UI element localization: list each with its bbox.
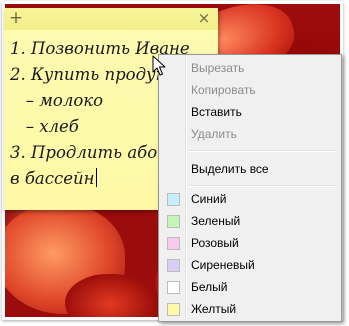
wallpaper-petal bbox=[65, 274, 155, 317]
menu-item-select-all[interactable]: Выделить все bbox=[161, 158, 339, 180]
mouse-pointer-icon bbox=[152, 55, 166, 76]
menu-item-delete[interactable]: Удалить bbox=[161, 123, 339, 145]
menu-item-label: Белый bbox=[191, 280, 228, 294]
color-swatch bbox=[167, 193, 180, 206]
note-line-last: в бассейн bbox=[10, 166, 97, 192]
close-icon[interactable]: × bbox=[195, 9, 213, 27]
menu-separator bbox=[189, 185, 337, 187]
note-line: – молоко bbox=[10, 91, 104, 110]
menu-separator bbox=[189, 150, 337, 152]
note-line: – хлеб bbox=[10, 117, 79, 136]
sticky-note-title-bar[interactable]: + × bbox=[4, 8, 218, 30]
menu-item-color-yellow[interactable]: Желтый bbox=[161, 298, 339, 320]
context-menu[interactable]: Вырезать Копировать Вставить Удалить Выд… bbox=[158, 54, 342, 322]
menu-item-label: Синий bbox=[191, 192, 227, 206]
menu-item-label: Желтый bbox=[191, 302, 237, 316]
color-swatch bbox=[167, 303, 180, 316]
menu-item-color-pink[interactable]: Розовый bbox=[161, 232, 339, 254]
plus-icon[interactable]: + bbox=[7, 9, 25, 27]
menu-item-label: Розовый bbox=[191, 236, 239, 250]
menu-item-label: Сиреневый bbox=[191, 258, 255, 272]
menu-item-copy[interactable]: Копировать bbox=[161, 79, 339, 101]
menu-item-paste[interactable]: Вставить bbox=[161, 101, 339, 123]
menu-item-label: Зеленый bbox=[191, 214, 241, 228]
menu-item-color-blue[interactable]: Синий bbox=[161, 188, 339, 210]
text-caret bbox=[95, 168, 97, 187]
menu-item-color-lilac[interactable]: Сиреневый bbox=[161, 254, 339, 276]
menu-item-color-white[interactable]: Белый bbox=[161, 276, 339, 298]
menu-item-cut[interactable]: Вырезать bbox=[161, 57, 339, 79]
color-swatch bbox=[167, 237, 180, 250]
color-swatch bbox=[167, 281, 180, 294]
menu-item-color-green[interactable]: Зеленый bbox=[161, 210, 339, 232]
color-swatch bbox=[167, 215, 180, 228]
note-line-text: в бассейн bbox=[10, 169, 95, 188]
color-swatch bbox=[167, 259, 180, 272]
